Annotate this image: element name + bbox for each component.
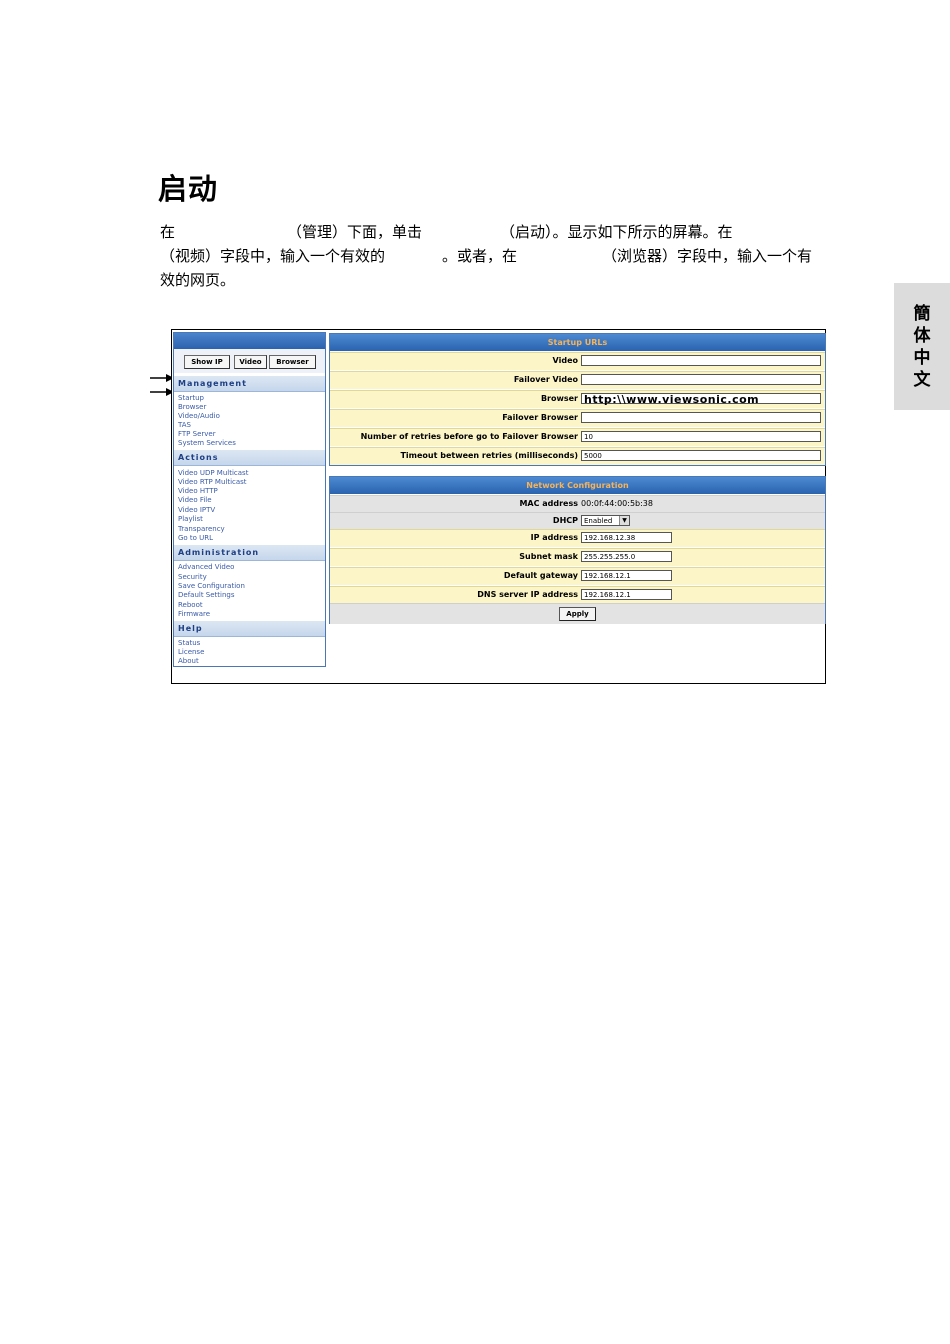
network-row-dhcp: DHCP Enabled ▼ — [330, 512, 825, 530]
quick-buttons: Show IP Video Browser — [174, 349, 325, 373]
nav-link-about[interactable]: About — [178, 657, 199, 666]
browser-label: Browser — [540, 394, 578, 403]
retries-label: Number of retries before go to Failover … — [360, 432, 578, 441]
browser-url-input[interactable]: http:\\www.viewsonic.com — [581, 393, 821, 405]
failover-browser-input[interactable] — [581, 412, 821, 423]
mac-value: 00:0f:44:00:5b:38 — [581, 499, 653, 508]
startup-urls-panel: Startup URLs Video Failover Video Browse… — [329, 333, 826, 466]
startup-row-retries: Number of retries before go to Failover … — [330, 428, 825, 446]
gateway-label: Default gateway — [503, 571, 578, 580]
dhcp-selected-value: Enabled — [584, 517, 613, 525]
nav-link-browser[interactable]: Browser — [178, 403, 206, 412]
startup-row-failover-video: Failover Video — [330, 371, 825, 389]
para-line1-c: （启动）。显示如下所示的屏幕。在 — [500, 223, 733, 241]
nav-link-license[interactable]: License — [178, 648, 204, 657]
nav-link-video-udp-multicast[interactable]: Video UDP Multicast — [178, 469, 248, 478]
para-line1-b: （管理）下面，单击 — [287, 223, 423, 241]
default-gateway-input[interactable]: 192.168.12.1 — [581, 570, 672, 581]
nav-link-firmware[interactable]: Firmware — [178, 610, 210, 619]
nav-link-playlist[interactable]: Playlist — [178, 515, 203, 524]
video-url-input[interactable] — [581, 355, 821, 366]
para-line1-a: 在 — [160, 223, 176, 241]
nav-section-administration: Administration — [174, 545, 325, 561]
retries-input[interactable]: 10 — [581, 431, 821, 442]
apply-row: Apply — [330, 603, 825, 624]
network-row-dns: DNS server IP address 192.168.12.1 — [330, 586, 825, 604]
ip-address-input[interactable]: 192.168.12.38 — [581, 532, 672, 543]
failover-video-input[interactable] — [581, 374, 821, 385]
startup-row-failover-browser: Failover Browser — [330, 409, 825, 427]
mac-label: MAC address — [519, 499, 578, 508]
nav-link-video-file[interactable]: Video File — [178, 496, 212, 505]
startup-urls-header: Startup URLs — [330, 334, 825, 351]
nav-link-transparency[interactable]: Transparency — [178, 525, 225, 534]
dhcp-select[interactable]: Enabled ▼ — [581, 515, 630, 526]
nav-link-status[interactable]: Status — [178, 639, 200, 648]
dhcp-label: DHCP — [552, 516, 578, 525]
para-line2-c: （浏览器）字段中，输入一个有 — [602, 247, 813, 265]
nav-link-tas[interactable]: TAS — [178, 421, 191, 430]
dns-label: DNS server IP address — [477, 590, 578, 599]
nav-link-system-services[interactable]: System Services — [178, 439, 236, 448]
nav-link-video-audio[interactable]: Video/Audio — [178, 412, 220, 421]
para-line3: 效的网页。 — [160, 271, 236, 289]
nav-link-reboot[interactable]: Reboot — [178, 601, 203, 610]
nav-section-actions: Actions — [174, 450, 325, 466]
nav-section-title: Management — [178, 379, 247, 388]
nav-link-video-iptv[interactable]: Video IPTV — [178, 506, 215, 515]
nav-section-help: Help — [174, 621, 325, 637]
dropdown-arrow-icon: ▼ — [619, 516, 629, 525]
apply-button[interactable]: Apply — [559, 607, 596, 621]
side-tab-char: 文 — [913, 370, 931, 390]
timeout-input[interactable]: 5000 — [581, 450, 821, 461]
video-button[interactable]: Video — [234, 355, 267, 369]
nav-section-management: Management — [174, 376, 325, 392]
video-label: Video — [552, 356, 578, 365]
nav-section-title: Actions — [178, 453, 219, 462]
nav-link-save-configuration[interactable]: Save Configuration — [178, 582, 245, 591]
nav-section-title: Help — [178, 624, 203, 633]
failover-video-label: Failover Video — [513, 375, 578, 384]
browser-button[interactable]: Browser — [269, 355, 316, 369]
nav-link-go-to-url[interactable]: Go to URL — [178, 534, 213, 543]
show-ip-button[interactable]: Show IP — [184, 355, 230, 369]
network-row-gateway: Default gateway 192.168.12.1 — [330, 567, 825, 585]
startup-row-video: Video — [330, 352, 825, 370]
para-line2-b: 。或者，在 — [442, 247, 518, 265]
failover-browser-label: Failover Browser — [502, 413, 578, 422]
nav-link-video-rtp-multicast[interactable]: Video RTP Multicast — [178, 478, 247, 487]
web-ui-screenshot: Show IP Video Browser Management Startup… — [171, 329, 826, 684]
timeout-label: Timeout between retries (milliseconds) — [400, 451, 578, 460]
page-title: 启动 — [158, 172, 219, 206]
language-side-tab: 簡 体 中 文 — [894, 283, 950, 410]
network-row-ip: IP address 192.168.12.38 — [330, 529, 825, 547]
subnet-label: Subnet mask — [519, 552, 578, 561]
nav-link-startup[interactable]: Startup — [178, 394, 204, 403]
ip-label: IP address — [530, 533, 578, 542]
nav-link-ftp-server[interactable]: FTP Server — [178, 430, 216, 439]
nav-link-video-http[interactable]: Video HTTP — [178, 487, 218, 496]
dns-server-input[interactable]: 192.168.12.1 — [581, 589, 672, 600]
sidebar-nav: Show IP Video Browser Management Startup… — [173, 332, 326, 667]
subnet-mask-input[interactable]: 255.255.255.0 — [581, 551, 672, 562]
network-row-subnet: Subnet mask 255.255.255.0 — [330, 548, 825, 566]
network-config-panel: Network Configuration MAC address 00:0f:… — [329, 476, 826, 624]
para-line2-a: （视频）字段中，输入一个有效的 — [160, 247, 386, 265]
nav-link-advanced-video[interactable]: Advanced Video — [178, 563, 234, 572]
startup-row-timeout: Timeout between retries (milliseconds) 5… — [330, 447, 825, 465]
network-row-mac: MAC address 00:0f:44:00:5b:38 — [330, 495, 825, 513]
sidebar-header-bar — [174, 333, 325, 349]
network-config-header: Network Configuration — [330, 477, 825, 494]
startup-row-browser: Browser http:\\www.viewsonic.com — [330, 390, 825, 408]
nav-section-title: Administration — [178, 548, 260, 557]
nav-link-security[interactable]: Security — [178, 573, 207, 582]
nav-link-default-settings[interactable]: Default Settings — [178, 591, 235, 600]
